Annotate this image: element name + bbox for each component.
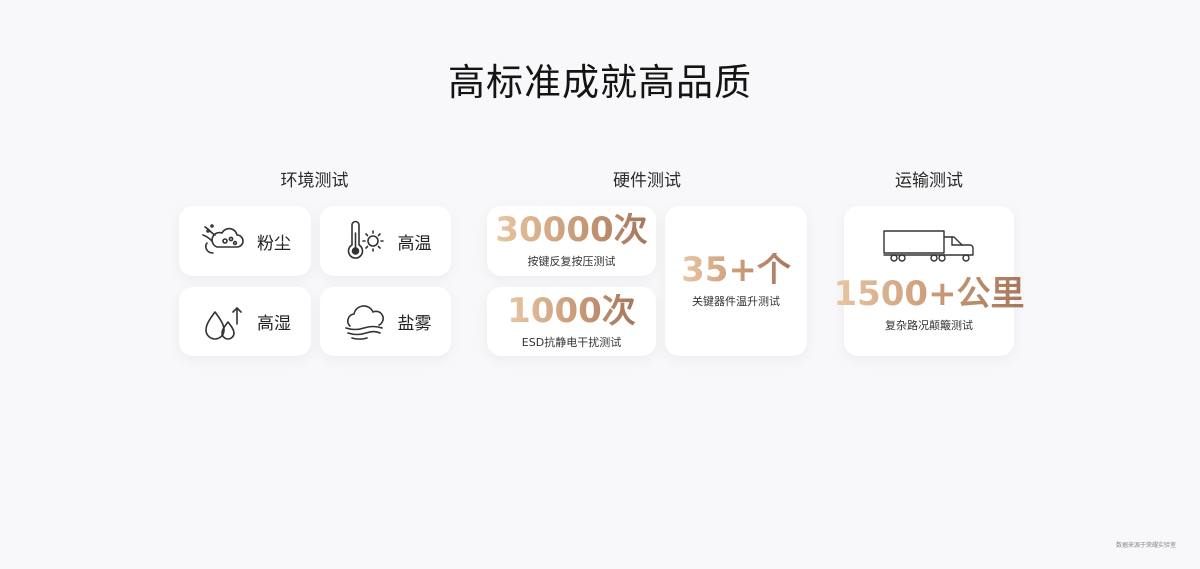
stat-desc-thermal: 关键器件温升测试 bbox=[692, 295, 780, 308]
stat-value-keypress: 30000次 bbox=[495, 210, 648, 250]
page-title: 高标准成就高品质 bbox=[448, 61, 752, 104]
transport-group-title: 运输测试 bbox=[895, 171, 963, 191]
footnote: 数据来源于荣耀实验室 bbox=[1115, 542, 1176, 549]
env-card-saltfog: 盐雾 bbox=[320, 287, 451, 356]
env-card-heat: 高温 bbox=[320, 206, 451, 276]
transport-card: 1500+公里 复杂路况颠簸测试 bbox=[833, 206, 1025, 356]
hardware-group-title: 硬件测试 bbox=[613, 171, 681, 191]
env-label-dust: 粉尘 bbox=[257, 233, 291, 254]
env-label-heat: 高温 bbox=[397, 233, 432, 254]
stat-value-thermal: 35+个 bbox=[681, 250, 791, 290]
stat-value-transport: 1500+公里 bbox=[833, 274, 1025, 314]
env-label-saltfog: 盐雾 bbox=[397, 314, 432, 334]
truck-icon bbox=[883, 230, 974, 262]
hardware-card-thermal: 35+个 关键器件温升测试 bbox=[665, 206, 807, 356]
thermometer-sun-icon bbox=[347, 220, 384, 259]
stat-desc-esd: ESD抗静电干扰测试 bbox=[521, 335, 622, 349]
env-label-humidity: 高湿 bbox=[257, 314, 291, 334]
environment-group-title: 环境测试 bbox=[280, 171, 349, 191]
env-card-dust: 粉尘 bbox=[179, 206, 311, 276]
env-card-humidity: 高湿 bbox=[179, 287, 311, 356]
stat-desc-transport: 复杂路况颠簸测试 bbox=[885, 319, 973, 332]
stat-value-esd: 1000次 bbox=[507, 290, 636, 331]
hardware-card-keypress: 30000次 按键反复按压测试 bbox=[487, 206, 656, 276]
water-drops-icon bbox=[205, 306, 242, 340]
hardware-card-esd: 1000次 ESD抗静电干扰测试 bbox=[487, 287, 656, 356]
fog-cloud-icon bbox=[344, 304, 384, 340]
stat-desc-keypress: 按键反复按压测试 bbox=[527, 255, 616, 268]
dust-cloud-icon bbox=[202, 224, 244, 254]
